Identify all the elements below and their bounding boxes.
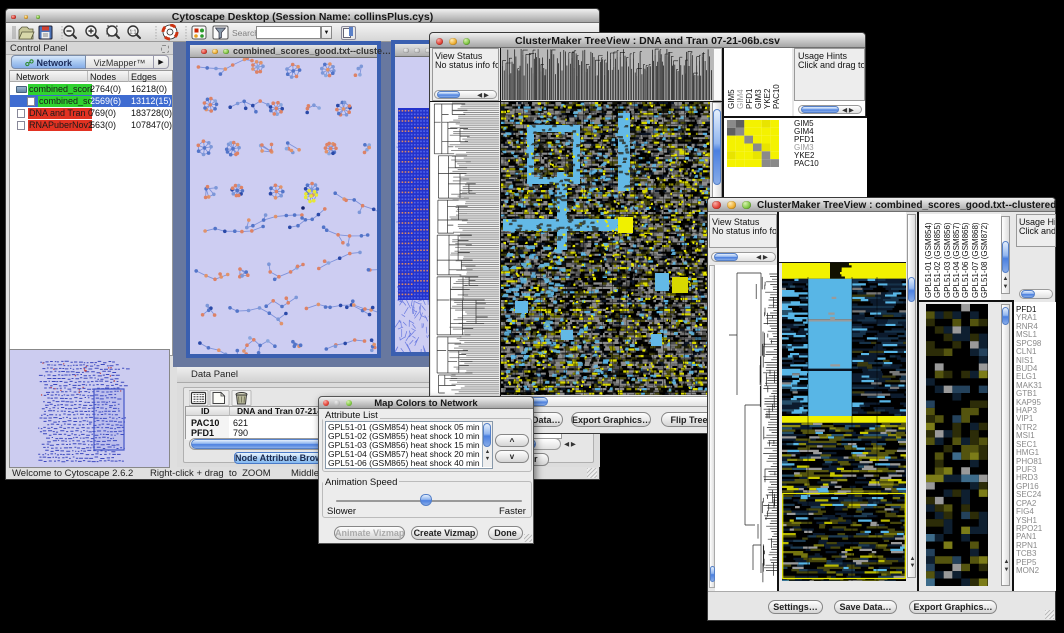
svg-text:1:1: 1:1 (130, 30, 137, 36)
